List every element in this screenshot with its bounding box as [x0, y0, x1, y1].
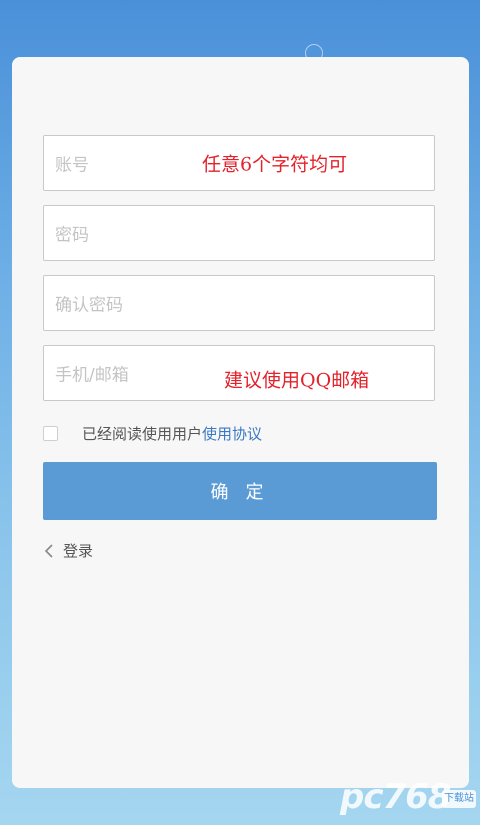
confirm-button[interactable]: 确 定: [43, 462, 437, 520]
password-placeholder: 密码: [55, 225, 89, 246]
watermark-text: pc768: [340, 777, 451, 817]
agreement-link[interactable]: 使用协议: [202, 423, 262, 444]
account-placeholder: 账号: [55, 155, 89, 176]
contact-input[interactable]: 手机/邮箱 建议使用QQ邮箱: [43, 345, 435, 401]
agreement-row: 已经阅读使用用户 使用协议: [43, 422, 262, 444]
contact-note: 建议使用QQ邮箱: [224, 369, 370, 392]
watermark-logo: pc768 下载站: [340, 777, 476, 821]
watermark-badge: 下载站: [442, 790, 476, 808]
login-link[interactable]: 登录: [43, 540, 93, 561]
chevron-left-icon: [44, 543, 53, 558]
contact-placeholder: 手机/邮箱: [55, 365, 129, 386]
register-card: 账号 任意6个字符均可 密码 确认密码 手机/邮箱 建议使用QQ邮箱 已经阅读使…: [12, 57, 469, 788]
account-note: 任意6个字符均可: [202, 153, 348, 176]
agreement-checkbox[interactable]: [43, 425, 58, 441]
login-label: 登录: [63, 542, 94, 560]
password-input[interactable]: 密码: [43, 205, 435, 261]
confirm-password-placeholder: 确认密码: [55, 295, 123, 316]
confirm-password-input[interactable]: 确认密码: [43, 275, 435, 331]
account-input[interactable]: 账号 任意6个字符均可: [43, 135, 435, 191]
agreement-text: 已经阅读使用用户: [82, 424, 203, 443]
